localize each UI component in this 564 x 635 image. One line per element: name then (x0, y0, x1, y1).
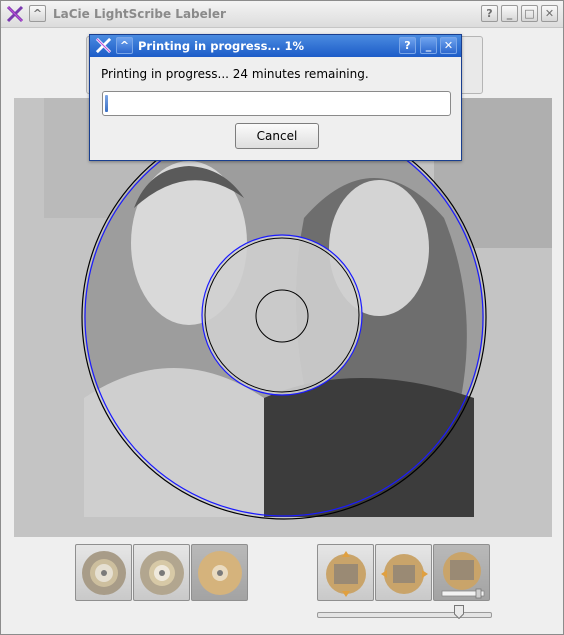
shade-button[interactable]: ^ (29, 5, 46, 22)
cancel-button[interactable]: Cancel (235, 123, 319, 149)
resize-image-button[interactable] (375, 544, 432, 601)
full-disc-mode-button[interactable] (191, 544, 248, 601)
zoom-slider-handle[interactable] (453, 605, 464, 619)
content-disc-icon (140, 551, 184, 595)
maximize-button[interactable]: □ (521, 5, 538, 22)
zoom-image-icon (441, 552, 485, 599)
progress-dialog: ^ Printing in progress... 1% ? _ ✕ Print… (89, 34, 462, 161)
title-only-mode-button[interactable] (75, 544, 132, 601)
move-image-icon (326, 551, 366, 597)
person-right-jacket (264, 378, 474, 517)
minimize-button[interactable]: _ (501, 5, 518, 22)
help-button[interactable]: ? (481, 5, 498, 22)
full-disc-icon (198, 551, 242, 595)
dialog-help-button[interactable]: ? (399, 37, 416, 54)
x-logo-icon[interactable] (95, 37, 112, 54)
move-image-button[interactable] (317, 544, 374, 601)
dialog-title: Printing in progress... 1% (138, 39, 305, 53)
close-button[interactable]: ✕ (541, 5, 558, 22)
disc-preview[interactable] (14, 98, 552, 537)
resize-image-icon (381, 554, 428, 594)
dialog-minimize-button[interactable]: _ (420, 37, 437, 54)
window-title: LaCie LightScribe Labeler (53, 7, 226, 21)
x-logo-icon[interactable] (6, 5, 24, 23)
progress-bar (102, 91, 451, 116)
title-only-disc-icon (82, 551, 126, 595)
label-canvas[interactable] (14, 98, 552, 537)
disc-hub (202, 235, 362, 395)
main-titlebar[interactable]: ^ LaCie LightScribe Labeler ? _ □ ✕ (1, 1, 563, 28)
zoom-slider-track[interactable] (317, 612, 492, 618)
progress-message: Printing in progress... 24 minutes remai… (101, 67, 369, 81)
progress-bar-fill (105, 95, 109, 112)
content-mode-button[interactable] (133, 544, 190, 601)
dialog-close-button[interactable]: ✕ (440, 37, 457, 54)
zoom-image-button[interactable] (433, 544, 490, 601)
person-left-shirt (84, 368, 264, 517)
dialog-shade-button[interactable]: ^ (116, 37, 133, 54)
dialog-titlebar[interactable]: ^ Printing in progress... 1% ? _ ✕ (90, 35, 461, 57)
